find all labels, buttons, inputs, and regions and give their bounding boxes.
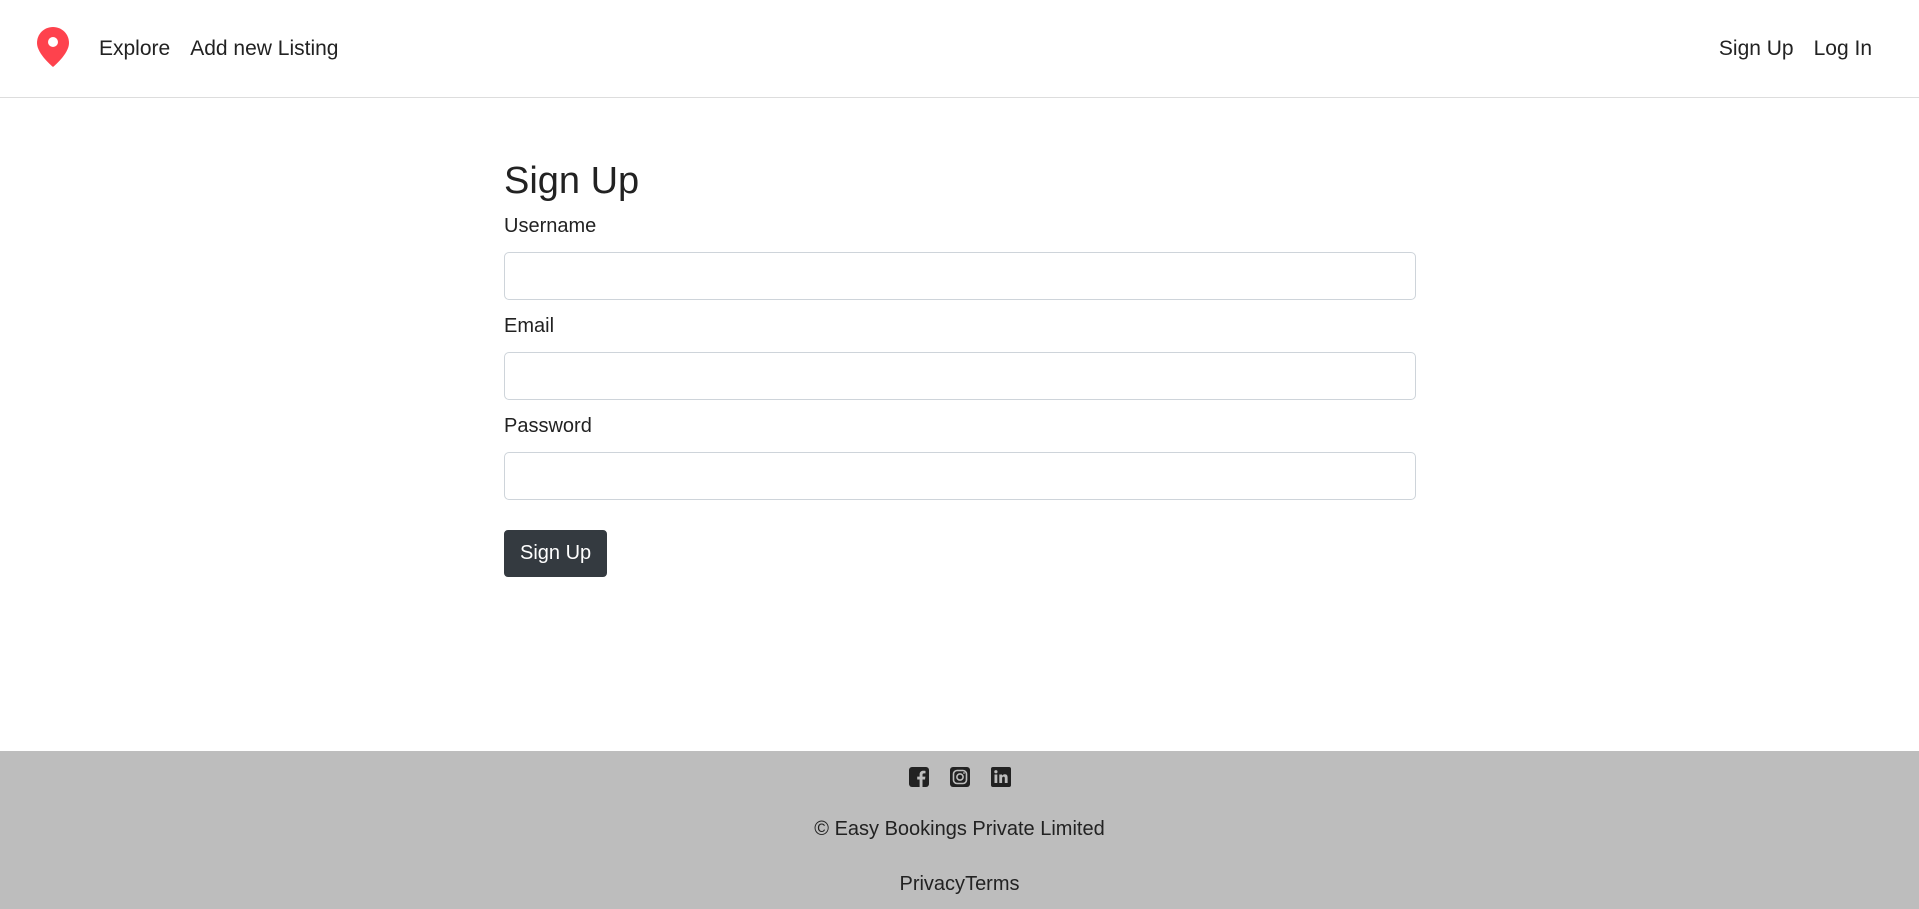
email-field-group: Email [504,314,1416,400]
copyright-text: © Easy Bookings Private Limited [814,818,1105,840]
nav-link-add-new-listing[interactable]: Add new Listing [190,36,338,62]
footer-link-terms[interactable]: Terms [965,872,1019,896]
navbar: Explore Add new Listing Sign Up Log In [0,0,1919,98]
nav-right-links: Sign Up Log In [1719,36,1872,62]
nav-link-explore[interactable]: Explore [99,36,170,62]
username-field-group: Username [504,214,1416,300]
password-input[interactable] [504,452,1416,500]
sign-up-button[interactable]: Sign Up [504,530,608,577]
footer: © Easy Bookings Private Limited Privacy … [0,751,1919,909]
signup-form: Sign Up Username Email Password Sign Up [504,158,1416,577]
nav-link-sign-up[interactable]: Sign Up [1719,36,1794,62]
email-label: Email [504,315,555,337]
nav-left-links: Explore Add new Listing [99,36,338,62]
linkedin-icon[interactable] [990,766,1012,788]
facebook-icon[interactable] [908,766,930,788]
username-label: Username [504,215,597,237]
map-pin-icon [37,27,69,67]
footer-links: Privacy Terms [0,872,1919,896]
footer-link-privacy[interactable]: Privacy [899,872,965,896]
brand-logo-map-pin-icon[interactable] [36,26,70,68]
social-links [0,766,1919,788]
page-title: Sign Up [504,160,640,202]
username-input[interactable] [504,252,1416,300]
password-label: Password [504,415,592,437]
email-input[interactable] [504,352,1416,400]
password-field-group: Password [504,414,1416,500]
instagram-icon[interactable] [949,766,971,788]
nav-link-log-in[interactable]: Log In [1814,36,1872,62]
